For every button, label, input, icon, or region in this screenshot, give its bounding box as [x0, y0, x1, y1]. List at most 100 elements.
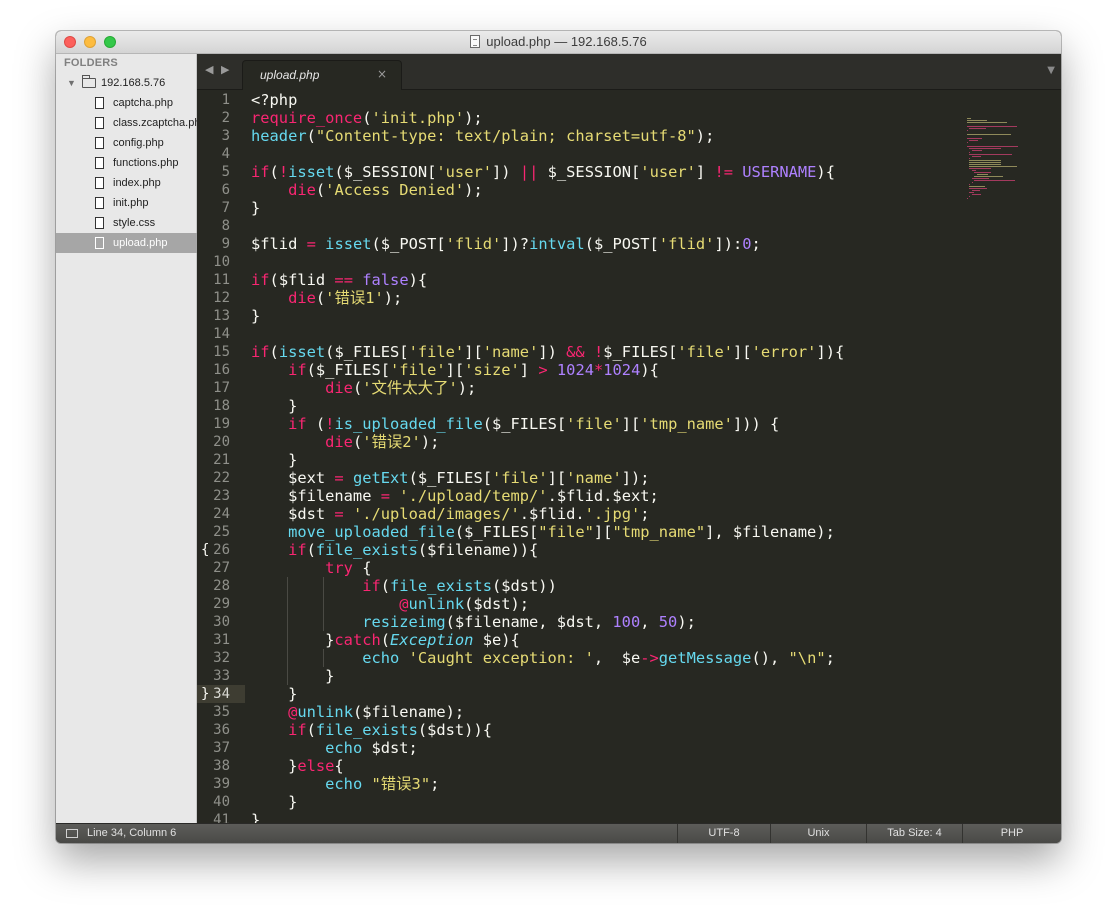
tab-forward-icon[interactable]: ▶: [221, 63, 229, 76]
code-line[interactable]: if (!is_uploaded_file($_FILES['file']['t…: [251, 415, 779, 433]
line-gutter: 1 2 3 4 5 6 7 8 9 10 11 12 13 14 15 16 17 18 19 20 21 22 23 24 2…: [197, 90, 247, 823]
tab-list-menu-icon[interactable]: ▼: [1047, 65, 1055, 76]
line-number: 17: [213, 380, 230, 396]
sidebar-file-label: upload.php: [113, 237, 168, 249]
file-icon: [95, 137, 104, 149]
line-number: 11: [213, 272, 230, 288]
minimap-line: [969, 152, 971, 153]
code-line[interactable]: }: [251, 811, 260, 823]
code-line[interactable]: if($flid == false){: [251, 271, 427, 289]
line-number: 7: [221, 200, 230, 216]
line-number: 15: [213, 344, 230, 360]
code-line[interactable]: $dst = './upload/images/'.$flid.'.jpg';: [251, 505, 649, 523]
minimap-line: [967, 122, 1007, 123]
code-line[interactable]: @unlink($filename);: [251, 703, 464, 721]
tab-close-icon[interactable]: ×: [377, 67, 387, 81]
code-line[interactable]: try {: [251, 559, 371, 577]
line-number: 22: [213, 470, 230, 486]
code-line[interactable]: move_uploaded_file($_FILES["file"]["tmp_…: [251, 523, 835, 541]
code-line[interactable]: }catch(Exception $e){: [251, 631, 520, 649]
line-number: 20: [213, 434, 230, 450]
code-line[interactable]: }: [251, 451, 297, 469]
sidebar-file-item[interactable]: upload.php: [56, 233, 197, 253]
minimap-line: [969, 166, 1017, 167]
minimap-line: [969, 154, 1012, 155]
code-line[interactable]: }: [251, 307, 260, 325]
code-line[interactable]: if(isset($_FILES['file']['name']) && !$_…: [251, 343, 844, 361]
encoding-selector[interactable]: UTF-8: [677, 824, 770, 843]
code-editor[interactable]: 1 2 3 4 5 6 7 8 9 10 11 12 13 14 15 16 17 18 19 20 21 22 23 24 2…: [197, 90, 1061, 823]
code-line[interactable]: $ext = getExt($_FILES['file']['name']);: [251, 469, 650, 487]
sidebar-file-item[interactable]: captcha.php: [56, 93, 197, 113]
line-number: 8: [221, 218, 230, 234]
minimap-line: [969, 128, 987, 129]
code-line[interactable]: echo $dst;: [251, 739, 418, 757]
minimap-line: [969, 188, 987, 189]
sidebar-file-item[interactable]: index.php: [56, 173, 197, 193]
line-number: 18: [213, 398, 230, 414]
code-line[interactable]: if(file_exists($dst)){: [251, 721, 492, 739]
sidebar-file-item[interactable]: class.zcaptcha.php: [56, 113, 197, 133]
editor-window: upload.php — 192.168.5.76 FOLDERS ▼ 192.…: [56, 31, 1061, 843]
minimap-line: [974, 180, 1015, 181]
code-line[interactable]: die('Access Denied');: [251, 181, 483, 199]
code-line[interactable]: echo "错误3";: [251, 775, 439, 793]
code-line[interactable]: <?php: [251, 91, 297, 109]
code-line[interactable]: resizeimg($filename, $dst, 100, 50);: [251, 613, 696, 631]
line-endings-selector[interactable]: Unix: [770, 824, 866, 843]
disclosure-triangle-icon[interactable]: ▼: [67, 73, 76, 93]
code-line[interactable]: }: [251, 667, 334, 685]
file-icon: [95, 157, 104, 169]
minimap-line: [967, 118, 971, 119]
fold-marker[interactable]: {: [201, 541, 209, 559]
minimap-line: [974, 176, 1003, 177]
panel-toggle-icon[interactable]: [66, 829, 78, 838]
tab-upload-php[interactable]: upload.php ×: [242, 60, 402, 90]
folder-open-icon: [82, 75, 96, 88]
file-icon: [95, 217, 104, 229]
code-line[interactable]: header("Content-type: text/plain; charse…: [251, 127, 714, 145]
code-line[interactable]: if(file_exists($dst)): [251, 577, 557, 595]
code-line[interactable]: }: [251, 397, 297, 415]
code-line[interactable]: if($_FILES['file']['size'] > 1024*1024){: [251, 361, 659, 379]
tab-size-selector[interactable]: Tab Size: 4: [866, 824, 962, 843]
sidebar-root-folder[interactable]: ▼ 192.168.5.76: [56, 73, 197, 93]
tab-back-icon[interactable]: ◀: [205, 63, 213, 76]
minimap[interactable]: [967, 118, 1047, 238]
code-line[interactable]: }: [251, 793, 297, 811]
sidebar-file-label: functions.php: [113, 157, 179, 169]
minimap-line: [976, 174, 988, 175]
sidebar-file-item[interactable]: config.php: [56, 133, 197, 153]
code-line[interactable]: @unlink($dst);: [251, 595, 529, 613]
code-line[interactable]: }: [251, 685, 297, 703]
code-line[interactable]: die('错误1');: [251, 289, 402, 307]
fold-marker[interactable]: }: [201, 685, 209, 703]
sidebar-file-label: captcha.php: [113, 97, 173, 109]
sidebar-file-item[interactable]: style.css: [56, 213, 197, 233]
code-line[interactable]: require_once('init.php');: [251, 109, 483, 127]
code-line[interactable]: }: [251, 199, 260, 217]
code-line[interactable]: die('错误2');: [251, 433, 439, 451]
minimap-line: [969, 140, 979, 141]
sidebar-file-item[interactable]: init.php: [56, 193, 197, 213]
code-line[interactable]: $flid = isset($_POST['flid'])?intval($_P…: [251, 235, 761, 253]
code-line[interactable]: $filename = './upload/temp/'.$flid.$ext;: [251, 487, 659, 505]
minimap-line: [967, 142, 968, 143]
line-number: 2: [221, 110, 230, 126]
minimap-line: [971, 182, 973, 183]
syntax-selector[interactable]: PHP: [962, 824, 1061, 843]
line-number: 37: [213, 740, 230, 756]
line-number: 4: [221, 146, 230, 162]
title-bar: upload.php — 192.168.5.76: [56, 31, 1061, 54]
line-number: 25: [213, 524, 230, 540]
code-line[interactable]: }else{: [251, 757, 344, 775]
sidebar-file-item[interactable]: functions.php: [56, 153, 197, 173]
code-line[interactable]: if(!isset($_SESSION['user']) || $_SESSIO…: [251, 163, 835, 181]
code-line[interactable]: die('文件太大了');: [251, 379, 476, 397]
minimap-line: [969, 162, 1002, 163]
sidebar-file-label: init.php: [113, 197, 149, 209]
line-number: 12: [213, 290, 230, 306]
line-number: 30: [213, 614, 230, 630]
code-line[interactable]: echo 'Caught exception: ', $e->getMessag…: [251, 649, 835, 667]
code-line[interactable]: if(file_exists($filename)){: [251, 541, 538, 559]
